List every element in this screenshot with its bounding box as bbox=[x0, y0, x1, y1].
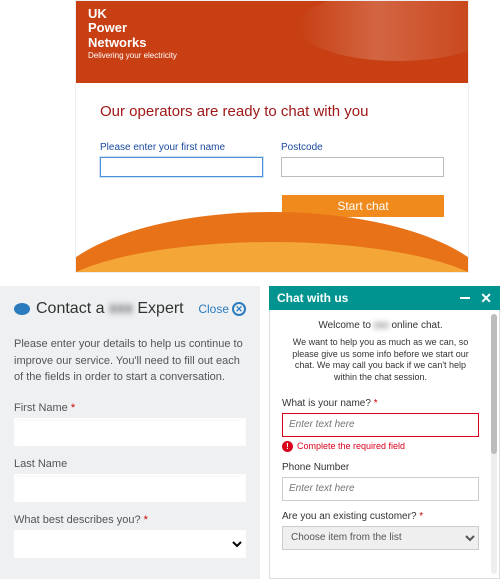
panel-title: Our operators are ready to chat with you bbox=[100, 103, 444, 120]
description-text: We want to help you as much as we can, s… bbox=[282, 337, 479, 384]
chat-header: Chat with us ✕ bbox=[269, 286, 500, 310]
footer-swoosh bbox=[75, 212, 469, 273]
phone-label: Phone Number bbox=[282, 462, 479, 473]
last-name-label: Last Name bbox=[14, 458, 246, 470]
brand-logo: UK Power Networks Delivering your electr… bbox=[88, 7, 177, 61]
header-banner: UK Power Networks Delivering your electr… bbox=[76, 1, 468, 83]
close-icon[interactable]: ✕ bbox=[480, 290, 492, 307]
name-label: What is your name? * bbox=[282, 398, 479, 409]
first-name-label: First Name * bbox=[14, 402, 246, 414]
chat-start-panel-ukpn: UK Power Networks Delivering your electr… bbox=[75, 0, 469, 273]
logo-tagline: Delivering your electricity bbox=[88, 52, 177, 61]
postcode-label: Postcode bbox=[281, 142, 444, 153]
chat-header-title: Chat with us bbox=[277, 291, 348, 305]
postcode-input[interactable] bbox=[281, 157, 444, 177]
panel-title: Contact a xxx Expert bbox=[36, 300, 184, 318]
close-icon: ✕ bbox=[232, 302, 246, 316]
existing-customer-label: Are you an existing customer? * bbox=[282, 511, 479, 522]
error-icon: ! bbox=[282, 441, 293, 452]
describe-label: What best describes you? * bbox=[14, 514, 246, 526]
chat-bubble-icon bbox=[14, 303, 30, 315]
close-button[interactable]: Close ✕ bbox=[198, 302, 246, 316]
phone-input[interactable] bbox=[282, 477, 479, 501]
scrollbar[interactable] bbox=[491, 314, 497, 574]
welcome-text: Welcome to xxx online chat. bbox=[282, 320, 479, 331]
minimize-icon[interactable] bbox=[460, 297, 470, 299]
logo-line: UK bbox=[88, 7, 177, 21]
first-name-input[interactable] bbox=[100, 157, 263, 177]
intro-text: Please enter your details to help us con… bbox=[14, 336, 246, 386]
first-name-label: Please enter your first name bbox=[100, 142, 263, 153]
error-message: ! Complete the required field bbox=[282, 441, 479, 452]
logo-line: Power bbox=[88, 21, 177, 35]
name-input[interactable] bbox=[282, 413, 479, 437]
first-name-input[interactable] bbox=[14, 418, 246, 446]
logo-line: Networks bbox=[88, 36, 177, 50]
describe-select[interactable] bbox=[14, 530, 246, 558]
close-label: Close bbox=[198, 302, 229, 316]
last-name-input[interactable] bbox=[14, 474, 246, 502]
scrollbar-thumb[interactable] bbox=[491, 314, 497, 454]
existing-customer-select[interactable]: Choose item from the list bbox=[282, 526, 479, 550]
chat-with-us-panel: Chat with us ✕ Welcome to xxx online cha… bbox=[269, 286, 500, 579]
contact-expert-panel: Contact a xxx Expert Close ✕ Please ente… bbox=[0, 286, 260, 579]
